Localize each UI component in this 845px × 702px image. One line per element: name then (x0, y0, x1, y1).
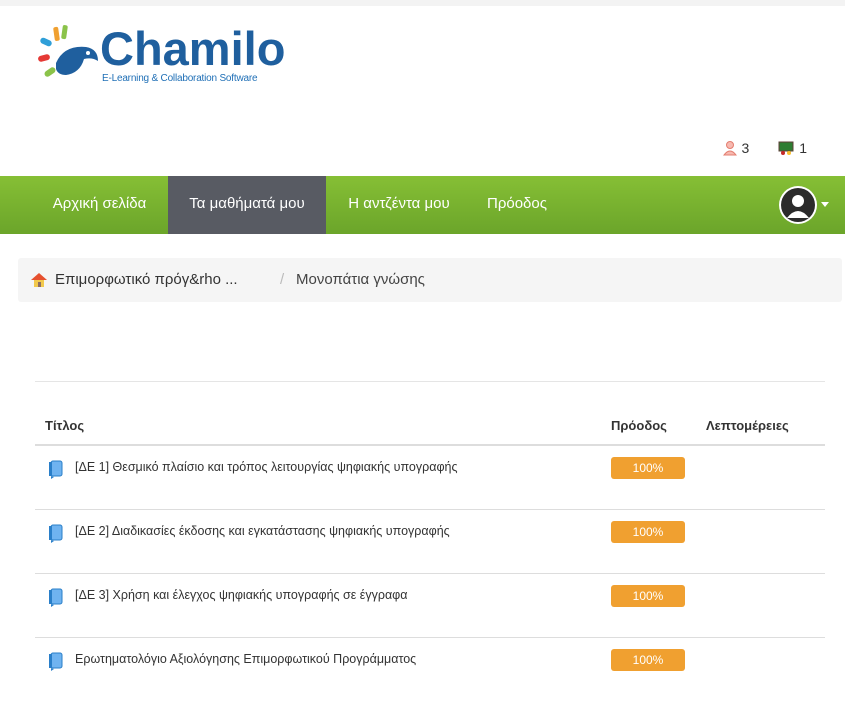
users-icon (722, 141, 737, 156)
table-row: Ερωτηματολόγιο Αξιολόγησης Επιμορφωτικού… (35, 638, 825, 702)
users-online-badge[interactable]: 3 (722, 140, 750, 156)
user-avatar-icon (781, 188, 815, 222)
divider (35, 381, 825, 382)
chamilo-logo[interactable]: Chamilo E-Learning & Collaboration Softw… (36, 22, 296, 85)
nav-item-my-agenda[interactable]: Η αντζέντα μου (334, 176, 464, 234)
progress-badge: 100% (611, 521, 685, 543)
column-header-progress[interactable]: Πρόοδος (611, 418, 667, 433)
progress-badge: 100% (611, 649, 685, 671)
table-row: [ΔΕ 2] Διαδικασίες έκδοσης και εγκατάστα… (35, 510, 825, 574)
home-icon[interactable] (30, 272, 48, 288)
learning-path-link[interactable]: Ερωτηματολόγιο Αξιολόγησης Επιμορφωτικού… (75, 652, 416, 666)
learning-path-icon (49, 524, 63, 543)
nav-item-progress[interactable]: Πρόοδος (472, 176, 562, 234)
users-count: 3 (741, 140, 750, 156)
user-menu-caret-icon[interactable] (821, 202, 829, 207)
learning-path-icon (49, 460, 63, 479)
brand-name: Chamilo (100, 22, 286, 75)
breadcrumb-separator: / (280, 271, 285, 288)
classroom-count: 1 (799, 140, 807, 156)
table-row: [ΔΕ 3] Χρήση και έλεγχος ψηφιακής υπογρα… (35, 574, 825, 638)
chameleon-icon (38, 25, 98, 77)
breadcrumb-course-link[interactable]: Επιμορφωτικό πρόγ&rho ... (55, 258, 238, 302)
classroom-badge[interactable]: 1 (777, 140, 807, 156)
column-header-title[interactable]: Τίτλος (45, 418, 84, 433)
learning-path-link[interactable]: [ΔΕ 2] Διαδικασίες έκδοσης και εγκατάστα… (75, 524, 450, 538)
learning-path-icon (49, 588, 63, 607)
learning-path-link[interactable]: [ΔΕ 1] Θεσμικό πλαίσιο και τρόπος λειτου… (75, 460, 458, 474)
breadcrumb: Επιμορφωτικό πρόγ&rho ... / Μονοπάτια γν… (18, 258, 842, 302)
breadcrumb-current: Μονοπάτια γνώσης (296, 271, 425, 288)
user-avatar[interactable] (779, 186, 817, 224)
main-navbar: Αρχική σελίδα Τα μαθήματά μου Η αντζέντα… (0, 176, 845, 234)
nav-item-home[interactable]: Αρχική σελίδα (37, 176, 162, 234)
top-strip (0, 0, 845, 6)
header-badges: 3 1 (698, 140, 807, 159)
brand-tagline: E-Learning & Collaboration Software (102, 73, 258, 84)
table-row: [ΔΕ 1] Θεσμικό πλαίσιο και τρόπος λειτου… (35, 446, 825, 510)
learning-path-icon (49, 652, 63, 671)
learning-path-link[interactable]: [ΔΕ 3] Χρήση και έλεγχος ψηφιακής υπογρα… (75, 588, 408, 602)
progress-badge: 100% (611, 457, 685, 479)
classroom-icon (778, 141, 794, 155)
column-header-details: Λεπτομέρειες (706, 418, 789, 433)
nav-item-my-courses[interactable]: Τα μαθήματά μου (168, 176, 326, 234)
progress-badge: 100% (611, 585, 685, 607)
